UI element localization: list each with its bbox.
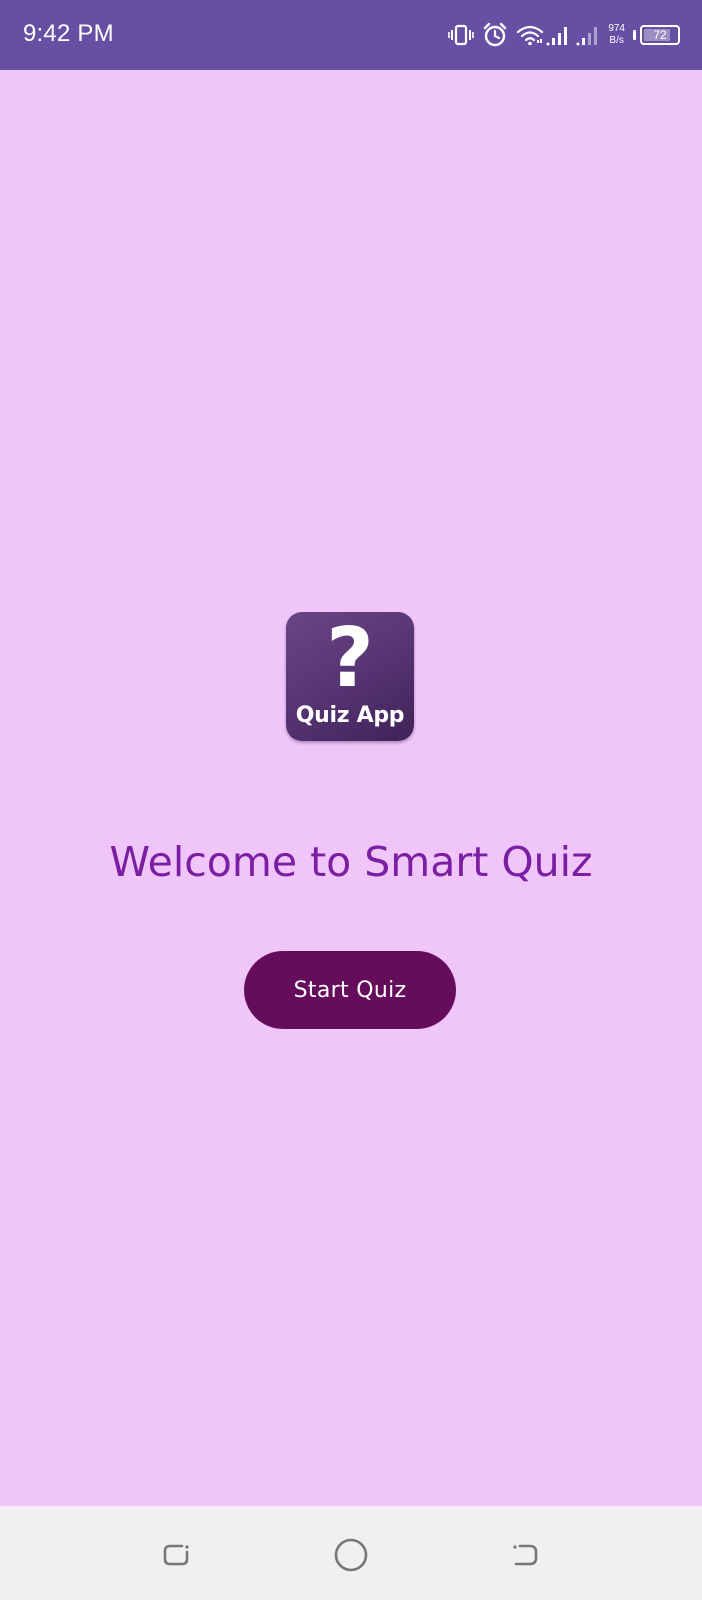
alarm-icon (482, 22, 508, 48)
home-icon (334, 1538, 368, 1572)
start-quiz-button[interactable]: Start Quiz (244, 951, 456, 1029)
net-speed-value: 974 (608, 23, 625, 34)
app-logo: ? Quiz App (286, 612, 414, 741)
app-screen: 9:42 PM 974 B/s 72 ? Quiz App Welcome to… (0, 0, 702, 1600)
status-time: 9:42 PM (23, 20, 114, 47)
back-button[interactable] (508, 1537, 544, 1573)
recents-button[interactable] (158, 1537, 194, 1573)
question-mark-icon: ? (326, 612, 374, 706)
welcome-title: Welcome to Smart Quiz (109, 838, 593, 886)
battery-icon: 72 (640, 25, 680, 45)
net-speed-unit: B/s (609, 35, 624, 46)
navigation-bar (0, 1506, 702, 1600)
signal-1-icon (546, 23, 572, 47)
status-icons: 974 B/s 72 (448, 18, 680, 52)
net-speed: 974 B/s (608, 23, 625, 47)
battery-nub (633, 30, 636, 40)
vibrate-icon (448, 23, 475, 47)
recents-icon (163, 1544, 189, 1566)
logo-text: Quiz App (295, 703, 405, 728)
back-icon (513, 1544, 538, 1566)
home-button[interactable] (333, 1537, 369, 1573)
status-bar: 9:42 PM 974 B/s 72 (0, 0, 702, 70)
signal-2-icon (576, 23, 602, 47)
wifi-icon (516, 23, 544, 47)
battery-level: 72 (653, 28, 667, 42)
